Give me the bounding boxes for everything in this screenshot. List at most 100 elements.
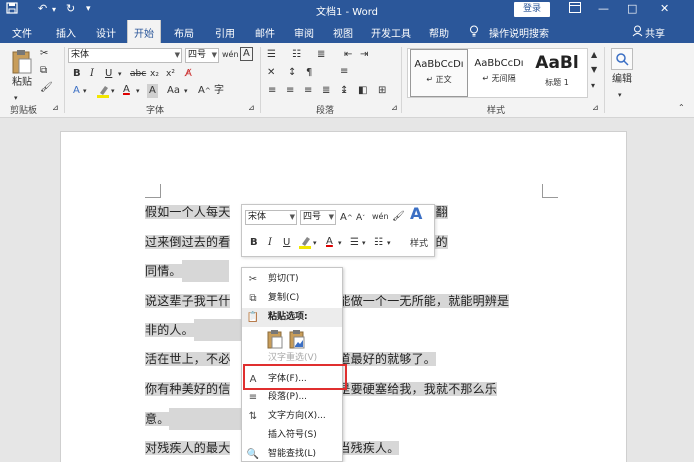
mini-styles-label[interactable]: 样式 [410,237,428,251]
editing-dropdown-icon[interactable]: ▾ [618,88,622,102]
format-painter-icon[interactable]: 🖌 [392,210,405,224]
tab-view[interactable]: 视图 [333,25,353,40]
chinese-layout-icon[interactable]: ✕ [267,66,275,80]
chevron-down-icon[interactable]: ▾ [338,236,342,250]
distributed-icon[interactable]: ≣ [322,84,330,98]
styles-scroll-up-icon[interactable]: ▲ [591,48,597,62]
sort-icon[interactable]: ↕ [288,66,296,80]
tab-file[interactable]: 文件 [12,25,32,40]
increase-indent-icon[interactable]: ⇥ [360,48,368,62]
style-heading-1[interactable]: AaBl 标题 1 [528,49,586,97]
login-button[interactable]: 登录 [514,2,550,17]
tab-design[interactable]: 设计 [96,25,116,40]
tab-insert[interactable]: 插入 [56,25,76,40]
align-left-icon[interactable]: ≡ [340,65,348,79]
underline-dropdown-icon[interactable]: ▾ [118,67,122,81]
text-line[interactable]: 非的人。 [145,319,243,341]
shading-icon[interactable]: ◧ [358,84,367,98]
bullets-icon[interactable]: ☰ [267,48,276,62]
italic-button[interactable]: I [90,67,94,81]
chevron-down-icon[interactable]: ▾ [387,236,391,250]
menu-item-paragraph[interactable]: ≡ 段落(P)... [242,388,342,407]
clipboard-launcher-icon[interactable]: ⊿ [52,101,59,115]
enclose-char-icon[interactable]: A [240,47,253,61]
tab-developer[interactable]: 开发工具 [371,25,411,40]
font-color-icon[interactable]: A [326,235,333,249]
font-name-combo[interactable]: 宋体 ▼ [68,48,182,63]
tab-layout[interactable]: 布局 [174,25,194,40]
cut-icon[interactable]: ✂ [40,47,48,61]
collapse-ribbon-icon[interactable]: ⌃ [678,101,685,115]
bold-button[interactable]: B [250,236,258,250]
bullets-icon[interactable]: ☰ [350,236,359,250]
phonetic-guide-icon[interactable]: wén [372,210,389,224]
style-normal[interactable]: AaBbCcDı ↵ 正文 [410,49,468,97]
style-no-spacing[interactable]: AaBbCcDı ↵ 无间隔 [470,49,528,97]
styles-more-icon[interactable]: ▾ [591,79,595,93]
aa-icon[interactable]: Aa [167,84,180,98]
restore-icon[interactable]: □ [627,2,637,15]
mini-font-combo[interactable]: 宋体 ▼ [245,210,297,225]
subscript-button[interactable]: x₂ [150,67,159,81]
menu-item-text-direction[interactable]: ⇅ 文字方向(X)... [242,407,342,426]
search-icon[interactable] [611,48,633,70]
chevron-down-icon[interactable]: ▾ [184,84,188,98]
tab-references[interactable]: 引用 [215,25,235,40]
styles-launcher-icon[interactable]: ⊿ [592,101,599,115]
numbering-icon[interactable]: ☷ [374,236,383,250]
multilevel-icon[interactable]: ≣ [317,48,325,62]
highlight-icon[interactable] [96,84,110,103]
copy-icon[interactable]: ⧉ [40,64,47,78]
text-line[interactable]: 同情。 [145,260,229,282]
grow-font-icon[interactable]: A^ [198,84,211,98]
phonetic-guide-icon[interactable]: wén [222,48,239,62]
menu-item-copy[interactable]: ⧉ 复制(C) [242,289,342,308]
tab-help[interactable]: 帮助 [429,25,449,40]
ribbon-display-icon[interactable] [569,2,581,16]
share-button[interactable]: 共享 [645,25,665,40]
borders-icon[interactable]: ⊞ [378,84,386,98]
styles-scroll-down-icon[interactable]: ▼ [591,63,597,77]
menu-item-cut[interactable]: ✂ 剪切(T) [242,270,342,289]
numbering-icon[interactable]: ☷ [292,48,301,62]
menu-item-insert-symbol[interactable]: 插入符号(S) [242,426,342,445]
text-effects-icon[interactable]: A [73,84,80,98]
text-line[interactable]: 意。 [145,408,242,430]
superscript-button[interactable]: x² [166,67,175,81]
underline-button[interactable]: U [283,236,290,250]
strikethrough-button[interactable]: abc [130,67,146,81]
chevron-down-icon[interactable]: ▾ [83,84,87,98]
align-center-icon[interactable]: ≡ [286,84,294,98]
highlight-icon[interactable] [298,235,312,254]
format-painter-icon[interactable]: 🖌 [40,81,53,95]
underline-button[interactable]: U [105,67,112,81]
close-icon[interactable]: ✕ [660,2,669,15]
grow-font-icon[interactable]: A^ [340,211,353,225]
align-justify-icon[interactable]: ≡ [268,84,276,98]
editing-label[interactable]: 编辑 [612,73,632,87]
chevron-down-icon[interactable]: ▾ [136,84,140,98]
minimize-icon[interactable]: — [598,2,609,15]
menu-item-smart-lookup[interactable]: 🔍 智能查找(L) [242,445,342,462]
line-spacing-icon[interactable]: ↨ [340,84,348,98]
tell-me-search[interactable]: 操作说明搜索 [489,25,549,40]
font-launcher-icon[interactable]: ⊿ [248,101,255,115]
font-color-icon[interactable]: A [123,83,130,97]
paragraph-launcher-icon[interactable]: ⊿ [391,101,398,115]
italic-button[interactable]: I [268,236,272,250]
clear-format-icon[interactable]: A̸ [185,67,192,81]
char-shading-icon[interactable]: A [147,84,158,98]
tab-home[interactable]: 开始 [127,20,161,43]
chevron-down-icon[interactable]: ▾ [111,84,115,98]
styles-icon[interactable]: A [410,206,422,222]
font-size-combo[interactable]: 四号 ▼ [185,48,219,63]
shrink-font-icon[interactable]: Aˇ [356,211,365,226]
chevron-down-icon[interactable]: ▾ [313,236,317,250]
show-marks-icon[interactable]: ¶ [306,66,312,80]
chevron-down-icon[interactable]: ▾ [362,236,366,250]
align-right-icon[interactable]: ≡ [304,84,312,98]
tab-mailings[interactable]: 邮件 [255,25,275,40]
mini-size-combo[interactable]: 四号 ▼ [300,210,336,225]
enclose-icon[interactable]: 字 [214,84,224,98]
tab-review[interactable]: 审阅 [294,25,314,40]
